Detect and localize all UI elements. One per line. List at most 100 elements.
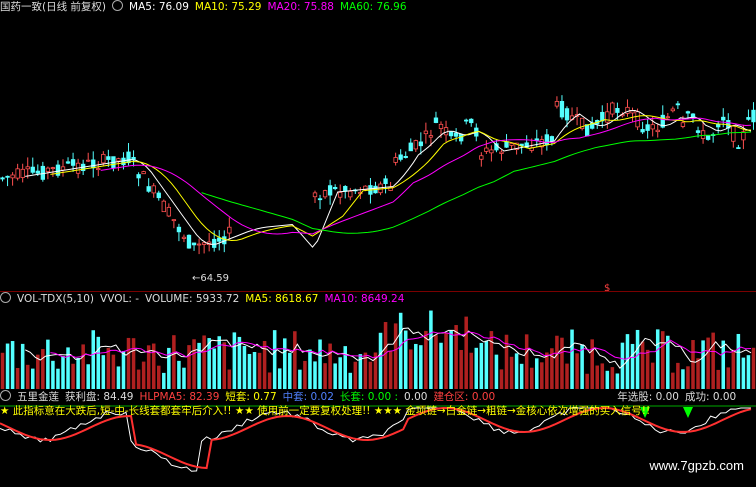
long-trap-value: 长套: 0.00 : — [339, 391, 399, 403]
volume-bar — [716, 369, 720, 389]
candle-body — [201, 242, 207, 245]
candle-body — [665, 116, 670, 119]
candle-body — [20, 168, 25, 178]
volume-bar — [222, 342, 227, 389]
volume-bar — [338, 357, 342, 389]
volume-bar — [494, 354, 499, 389]
volume-bar — [499, 369, 504, 389]
volume-bar — [30, 368, 35, 389]
candle-body — [136, 174, 141, 179]
volume-bar — [182, 367, 186, 389]
volume-bar — [141, 361, 146, 389]
volume-bar — [444, 332, 448, 389]
volume-bar — [282, 338, 287, 389]
candle-body — [564, 108, 570, 121]
volume-bar — [560, 337, 564, 389]
hlpma5-value: HLPMA5: 82.39 — [139, 391, 220, 403]
volume-bar — [605, 370, 610, 389]
candle-body — [554, 101, 560, 107]
volume-bar — [681, 369, 685, 389]
indicator-name[interactable]: 五里金莲 — [17, 391, 59, 403]
volume-bar — [419, 345, 423, 389]
volume-bar — [252, 352, 257, 389]
volume-bar — [172, 335, 176, 389]
volume-bar — [323, 363, 327, 389]
volume-bar — [247, 353, 252, 389]
gear-icon[interactable] — [0, 292, 11, 303]
volume-bar — [711, 332, 715, 389]
volume-bar — [111, 354, 116, 389]
volume-bar — [71, 363, 75, 389]
volume-bar — [116, 366, 121, 389]
volume-bar — [590, 339, 594, 389]
candle-body — [393, 157, 398, 163]
candle-body — [348, 190, 353, 198]
volume-bar — [630, 343, 635, 389]
volume-bar — [242, 345, 247, 389]
gear-icon[interactable] — [112, 0, 124, 11]
volume-bar — [585, 373, 589, 389]
volume-indicator-name[interactable]: VOL-TDX(5,10) — [17, 293, 94, 305]
volume-bar — [368, 361, 373, 389]
candle-body — [635, 111, 640, 128]
volume-bar — [610, 367, 615, 389]
volume-chart[interactable] — [0, 305, 756, 389]
candle-body — [161, 200, 166, 213]
stock-title[interactable]: 国药一致(日线 前复权) — [0, 1, 106, 13]
candle-body — [60, 166, 66, 171]
volume-bar — [509, 356, 514, 389]
candle-body — [96, 168, 101, 171]
candle-body — [499, 151, 504, 154]
candle-body — [746, 117, 751, 120]
volume-bar — [46, 339, 50, 389]
candle-body — [469, 118, 474, 124]
candle-body — [322, 190, 328, 198]
volume-bar — [348, 372, 353, 389]
scroll-text: ★ 此指标意在大跌后,短-中-长线套都套牢后介入!! ★★ 使用前一定要复权处理… — [0, 405, 651, 417]
candle-body — [332, 187, 338, 190]
gear-icon[interactable] — [0, 390, 11, 401]
candle-body — [10, 174, 15, 179]
candle-body — [448, 131, 454, 137]
candle-body — [695, 130, 701, 133]
candle-body — [106, 156, 111, 160]
volume-bar — [353, 361, 358, 389]
volume-bar — [540, 362, 544, 389]
volume-bar — [731, 349, 736, 389]
volume-bar — [439, 342, 443, 389]
candle-body — [338, 192, 343, 198]
volume-bar — [126, 337, 131, 389]
volume-bar — [666, 335, 670, 389]
candle-body — [45, 167, 51, 172]
candle-body — [186, 234, 192, 249]
candle-body — [403, 155, 408, 158]
candle-body — [151, 185, 156, 194]
volume-bar — [741, 357, 746, 389]
volume-bar — [726, 367, 731, 389]
candle-body — [70, 159, 76, 166]
candle-body — [191, 242, 197, 246]
candle-body — [166, 206, 172, 217]
candle-body — [5, 175, 10, 178]
candle-body — [650, 124, 655, 130]
candlestick-chart[interactable]: ←64.59 $ — [0, 13, 756, 291]
volume-bar — [746, 355, 751, 389]
candle-body — [428, 135, 434, 138]
volume-bar — [267, 372, 272, 389]
candle-body — [86, 159, 91, 162]
candle-body — [655, 129, 660, 133]
volume-bar — [383, 322, 388, 389]
volume-bar — [318, 339, 322, 389]
candle-body — [464, 119, 469, 122]
volume-bar — [645, 349, 650, 389]
volume-bar — [76, 357, 80, 389]
candle-body — [736, 147, 741, 149]
volume-bar — [378, 332, 383, 389]
volume-bar — [41, 349, 45, 389]
volume-bar — [15, 367, 20, 389]
candle-body — [25, 166, 30, 170]
volume-ma10-value: MA10: 8649.24 — [324, 293, 405, 305]
volume-bar — [575, 353, 579, 389]
volume-bar — [565, 363, 569, 389]
volume-bar — [570, 329, 574, 389]
